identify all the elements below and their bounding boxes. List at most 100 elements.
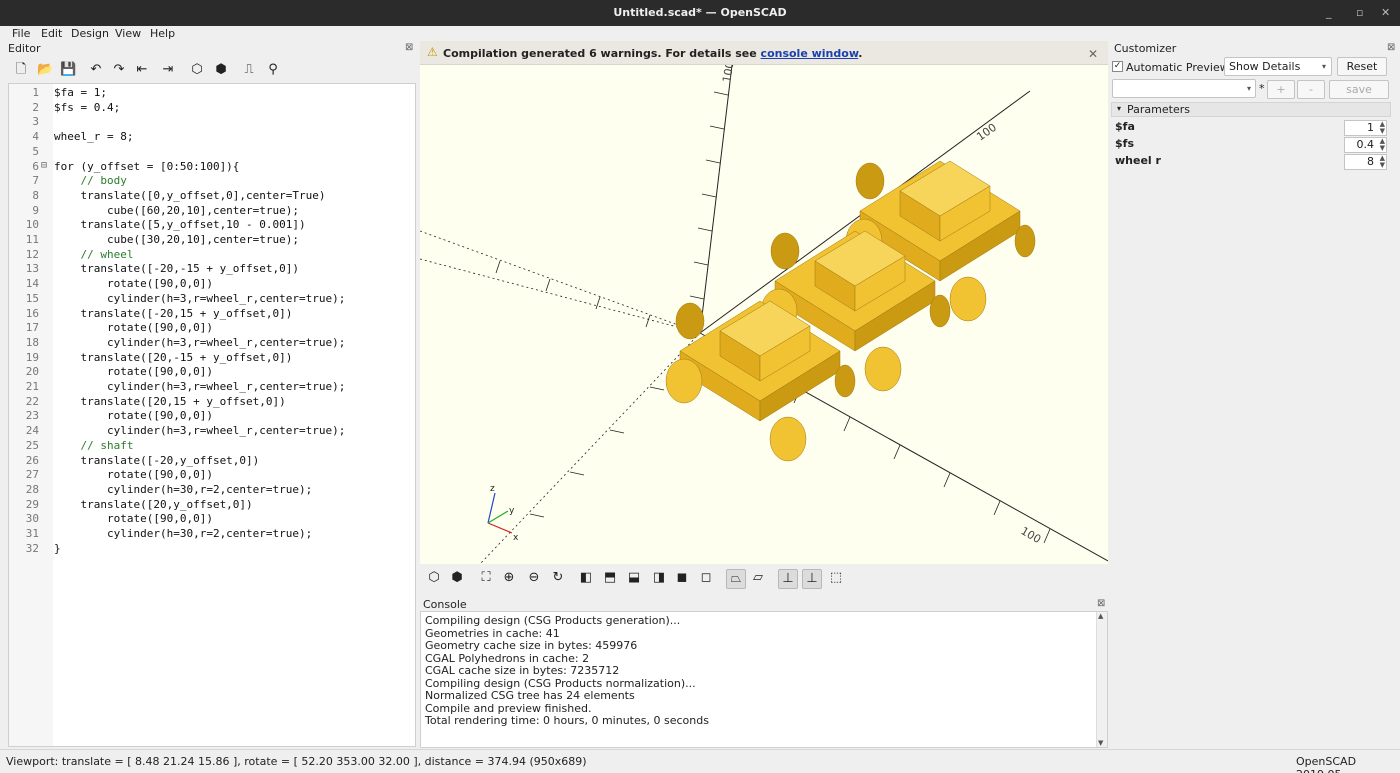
title-bar: Untitled.scad* — OpenSCAD _ ▫ ✕ <box>0 0 1400 26</box>
line-number: 31 <box>25 527 39 540</box>
z-axis-ticks <box>689 91 729 300</box>
view-bottom-icon[interactable]: ⬓ <box>626 571 642 585</box>
menu-bar: File Edit Design View Help <box>0 26 1400 41</box>
console-output[interactable]: Compiling design (CSG Products generatio… <box>420 611 1108 748</box>
console-line: Geometries in cache: 41 <box>425 626 560 640</box>
code-line: rotate([90,0,0]) <box>54 409 213 423</box>
code-line: translate([0,y_offset,0],center=True) <box>54 188 326 202</box>
maximize-button[interactable]: ▫ <box>1356 6 1363 19</box>
line-number-gutter: 1 2 3 4 5 6 ⊟ 7 8 9 10 11 12 13 14 15 16 17 18 19 20 21 22 23 24… <box>9 84 53 746</box>
menu-help[interactable]: Help <box>150 27 175 40</box>
spin-arrows-icon[interactable]: ▲ ▼ <box>1380 155 1385 169</box>
show-edges-icon[interactable]: ⬚ <box>828 571 844 585</box>
minimize-button[interactable]: _ <box>1326 6 1332 19</box>
code-line: translate([-20,-15 + y_offset,0]) <box>54 262 300 276</box>
perspective-icon[interactable]: ⏢ <box>726 569 746 589</box>
console-window-link[interactable]: console window <box>761 47 859 60</box>
menu-view[interactable]: View <box>115 27 141 40</box>
param-fa-spinbox[interactable]: 1 ▲ ▼ <box>1344 120 1387 136</box>
reset-view-icon[interactable]: ↻ <box>550 571 566 585</box>
preview-icon[interactable]: ⬡ <box>426 571 442 585</box>
new-file-icon[interactable]: 🗋 <box>13 63 29 77</box>
customizer-title: Customizer <box>1114 42 1177 55</box>
remove-preset-button[interactable]: - <box>1297 80 1325 99</box>
show-scale-markers-icon[interactable]: ⊥ <box>802 569 822 589</box>
console-line: CGAL cache size in bytes: 7235712 <box>425 664 620 677</box>
view-top-icon[interactable]: ⬒ <box>602 571 618 585</box>
scroll-up-icon[interactable]: ▲ <box>1098 612 1103 620</box>
save-file-icon[interactable]: 💾 <box>60 63 76 77</box>
view-all-icon[interactable]: ⛶ <box>478 571 494 585</box>
scroll-down-icon[interactable]: ▼ <box>1098 739 1103 747</box>
console-close-icon[interactable]: ⊠ <box>1097 598 1105 609</box>
automatic-preview-checkbox[interactable]: ✓ <box>1112 61 1123 72</box>
x-axis-tick-label: 100 <box>1019 524 1044 546</box>
line-number: 12 <box>25 247 39 261</box>
indent-icon[interactable]: ⇥ <box>160 63 176 77</box>
export-stl-icon[interactable]: ⎍ <box>241 63 257 77</box>
undo-icon[interactable]: ↶ <box>88 63 104 77</box>
open-file-icon[interactable]: 📂 <box>37 63 53 77</box>
view-front-icon[interactable]: ◼ <box>674 571 690 585</box>
save-preset-button[interactable]: save preset <box>1329 80 1389 113</box>
spin-arrows-icon[interactable]: ▲ ▼ <box>1380 138 1385 152</box>
car-part <box>770 232 800 270</box>
neg-y-axis <box>420 258 701 334</box>
view-left-icon[interactable]: ◨ <box>651 571 667 585</box>
customizer-close-icon[interactable]: ⊠ <box>1387 42 1395 53</box>
orthogonal-icon[interactable]: ▱ <box>750 571 766 585</box>
code-line: rotate([90,0,0]) <box>54 365 213 379</box>
window-title: Untitled.scad* — OpenSCAD <box>613 6 787 19</box>
close-window-button[interactable]: ✕ <box>1381 6 1390 19</box>
redo-icon[interactable]: ↷ <box>111 63 127 77</box>
axis-label-z: z <box>490 484 495 494</box>
render-icon[interactable]: ⬢ <box>213 63 229 77</box>
menu-file[interactable]: File <box>12 27 30 40</box>
code-editor[interactable]: 1 2 3 4 5 6 ⊟ 7 8 9 10 11 12 13 14 15 16 17 18 19 20 21 22 23 24… <box>8 83 416 747</box>
line-number: 10 <box>25 218 39 232</box>
param-fs-spinbox[interactable]: 0.4 ▲ ▼ <box>1344 137 1387 153</box>
param-wheel-r-spinbox[interactable]: 8 ▲ ▼ <box>1344 154 1387 170</box>
neg-z-axis <box>479 332 701 564</box>
console-line: CGAL Polyhedrons in cache: 2 <box>425 651 590 665</box>
preview-icon[interactable]: ⬡ <box>189 63 205 77</box>
zoom-out-icon[interactable]: ⊖ <box>526 571 542 585</box>
view-back-icon[interactable]: ◻ <box>698 571 714 585</box>
reset-button[interactable]: Reset <box>1337 57 1387 76</box>
code-line: rotate([90,0,0]) <box>54 512 213 526</box>
zoom-in-icon[interactable]: ⊕ <box>501 571 517 585</box>
line-number: 29 <box>25 497 39 511</box>
details-select[interactable]: Show Details ▾ <box>1224 57 1332 76</box>
line-number: 30 <box>25 512 39 526</box>
line-number: 13 <box>25 262 39 276</box>
line-number: 15 <box>25 291 39 305</box>
y-axis-tick-label: 100 <box>974 121 999 144</box>
spin-arrows-icon[interactable]: ▲ ▼ <box>1380 121 1385 135</box>
show-axes-icon[interactable]: ⊥ <box>778 569 798 589</box>
console-scrollbar[interactable]: ▲ ▼ <box>1096 612 1107 747</box>
parameters-section-header[interactable]: ▾ Parameters <box>1111 102 1391 117</box>
warning-close-icon[interactable]: ✕ <box>1088 47 1098 61</box>
warning-icon: ⚠ <box>427 45 438 59</box>
menu-edit[interactable]: Edit <box>41 27 62 40</box>
render-canvas[interactable]: 100 100 100 z x y <box>420 41 1108 564</box>
menu-design[interactable]: Design <box>71 27 109 40</box>
view-right-icon[interactable]: ◧ <box>578 571 594 585</box>
warning-bar: ⚠ Compilation generated 6 warnings. For … <box>420 41 1108 65</box>
line-number: 21 <box>25 380 39 393</box>
line-number: 4 <box>32 130 39 144</box>
console-line: Total rendering time: 0 hours, 0 minutes… <box>425 714 709 727</box>
console-title: Console <box>423 598 467 611</box>
send-to-print-icon[interactable]: ⚲ <box>265 63 281 77</box>
preset-select[interactable]: ▾ <box>1112 79 1256 98</box>
add-preset-button[interactable]: + <box>1267 80 1295 99</box>
fold-marker-icon[interactable]: ⊟ <box>41 160 51 171</box>
3d-viewport[interactable]: 100 100 100 z x y ⚠ Compilation generate… <box>420 41 1108 564</box>
unindent-icon[interactable]: ⇤ <box>134 63 150 77</box>
view-toolbar: ⬡ ⬢ ⛶ ⊕ ⊖ ↻ ◧ ⬒ ⬓ ◨ ◼ ◻ ⏢ ▱ ⊥ ⊥ ⬚ <box>420 565 1108 593</box>
console-line: Compiling design (CSG Products normaliza… <box>425 676 696 690</box>
preset-modified-star: * <box>1259 82 1265 95</box>
render-icon[interactable]: ⬢ <box>449 571 465 585</box>
editor-close-icon[interactable]: ⊠ <box>405 42 413 53</box>
car-models <box>665 160 1036 462</box>
